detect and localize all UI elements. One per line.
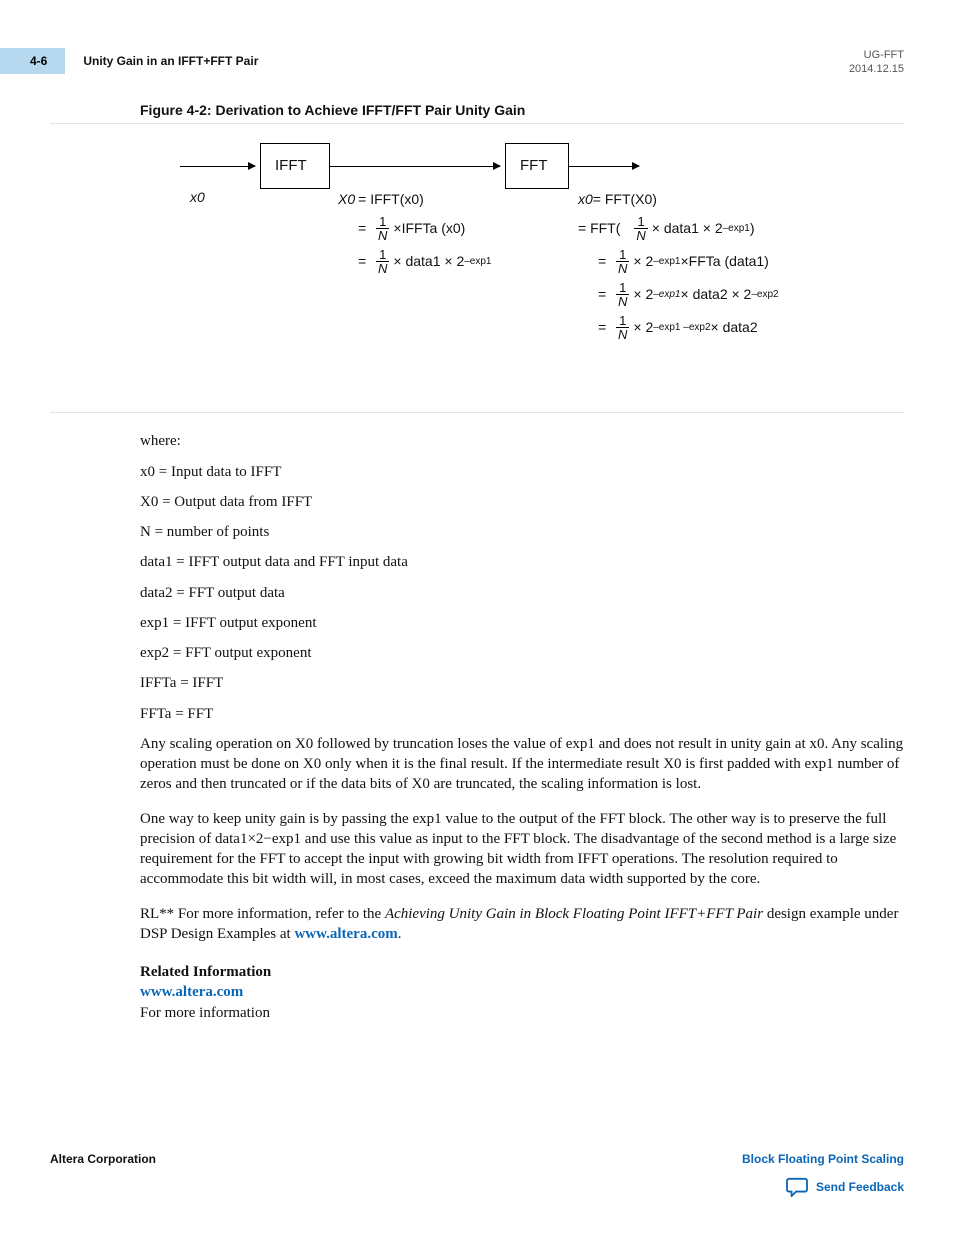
ifft-equations: X0 = IFFT(x0) = 1N ×IFFTa (x0) = 1N × da… [338, 184, 538, 281]
ifft-eq-lhs: X0 [338, 190, 355, 209]
altera-link[interactable]: www.altera.com [140, 984, 243, 1000]
paragraph-1: Any scaling operation on X0 followed by … [140, 734, 904, 795]
ifft-eq3-exp: –exp1 [464, 255, 491, 269]
fraction-icon: 1N [375, 248, 390, 275]
arrow-out-fft [569, 166, 639, 167]
speech-bubble-icon [786, 1177, 808, 1197]
related-info-heading: Related Information [140, 962, 904, 982]
fft-eq5-exp: –exp1 –exp2 [653, 321, 710, 335]
send-feedback-link[interactable]: Send Feedback [742, 1177, 904, 1197]
fft-eq4-post: × data2 × 2 [681, 285, 752, 304]
fraction-icon: 1N [633, 215, 648, 242]
arrow-into-ifft [180, 166, 255, 167]
fraction-icon: 1N [615, 281, 630, 308]
fft-eq2-mid: × data1 × 2 [652, 219, 723, 238]
fft-eq3-post: ×FFTa (data1) [681, 252, 769, 271]
ifft-eq2: ×IFFTa (x0) [393, 219, 465, 238]
fft-equations: x0 = FFT(X0) = FFT( 1N × data1 × 2 –exp1… [578, 184, 918, 347]
page-header: 4-6 Unity Gain in an IFFT+FFT Pair UG-FF… [50, 48, 904, 77]
paragraph-3: RL** For more information, refer to the … [140, 904, 904, 945]
related-info-sub: For more information [140, 1003, 904, 1023]
fft-eq3-mid: × 2 [633, 252, 653, 271]
rule-bottom [50, 412, 904, 413]
def-N: N = number of points [140, 522, 904, 542]
p3-pre: RL** For more information, refer to the [140, 906, 385, 922]
fft-eq2-pre: = FFT( [578, 219, 620, 238]
def-X0: X0 = Output data from IFFT [140, 492, 904, 512]
header-section-title: Unity Gain in an IFFT+FFT Pair [83, 53, 258, 69]
paragraph-2: One way to keep unity gain is by passing… [140, 809, 904, 890]
fft-eq4-exp1: –exp1 [653, 288, 680, 302]
fft-eq3-exp: –exp1 [653, 255, 680, 269]
fft-eq-lhs: x0 [578, 190, 593, 209]
rule-top [50, 123, 904, 124]
fft-eq2-post: ) [750, 219, 755, 238]
label-x0-input: x0 [190, 188, 205, 207]
fft-box: FFT [505, 143, 569, 189]
fft-eq5-post: × data2 [711, 318, 758, 337]
figure-caption: Figure 4-2: Derivation to Achieve IFFT/F… [140, 101, 904, 120]
header-left: 4-6 Unity Gain in an IFFT+FFT Pair [50, 48, 258, 74]
def-iffta: IFFTa = IFFT [140, 673, 904, 693]
chapter-link[interactable]: Block Floating Point Scaling [742, 1152, 904, 1166]
fft-eq4-exp2: –exp2 [751, 288, 778, 302]
fraction-icon: 1N [615, 248, 630, 275]
send-feedback-label[interactable]: Send Feedback [816, 1179, 904, 1195]
fraction-icon: 1N [615, 314, 630, 341]
ifft-eq3: × data1 × 2 [393, 252, 464, 271]
doc-id: UG-FFT [849, 48, 904, 62]
altera-link-inline[interactable]: www.altera.com [294, 926, 397, 942]
doc-date: 2014.12.15 [849, 62, 904, 76]
header-right: UG-FFT 2014.12.15 [849, 48, 904, 77]
fft-eq2-exp: –exp1 [723, 222, 750, 236]
definitions-list: where: x0 = Input data to IFFT X0 = Outp… [140, 431, 904, 724]
p3-italic: Achieving Unity Gain in Block Floating P… [385, 906, 763, 922]
arrow-ifft-to-fft [330, 166, 500, 167]
ifft-eq1: = IFFT(x0) [358, 190, 424, 209]
fft-eq1: = FFT(X0) [593, 190, 657, 209]
def-exp2: exp2 = FFT output exponent [140, 643, 904, 663]
fft-eq5-mid: × 2 [633, 318, 653, 337]
def-data1: data1 = IFFT output data and FFT input d… [140, 552, 904, 572]
p3-end: . [398, 926, 402, 942]
body-content: where: x0 = Input data to IFFT X0 = Outp… [140, 431, 904, 1023]
where-label: where: [140, 431, 904, 451]
def-exp1: exp1 = IFFT output exponent [140, 613, 904, 633]
def-x0: x0 = Input data to IFFT [140, 462, 904, 482]
footer-corp: Altera Corporation [50, 1151, 156, 1167]
ifft-box: IFFT [260, 143, 330, 189]
page-number-badge: 4-6 [0, 48, 65, 74]
page-footer: Altera Corporation Block Floating Point … [50, 1151, 904, 1197]
fraction-icon: 1N [375, 215, 390, 242]
figure-diagram: IFFT FFT x0 X0 = IFFT(x0) = 1N ×IFFTa (x… [120, 138, 904, 398]
def-data2: data2 = FFT output data [140, 583, 904, 603]
def-ffta: FFTa = FFT [140, 704, 904, 724]
fft-eq4-mid: × 2 [633, 285, 653, 304]
